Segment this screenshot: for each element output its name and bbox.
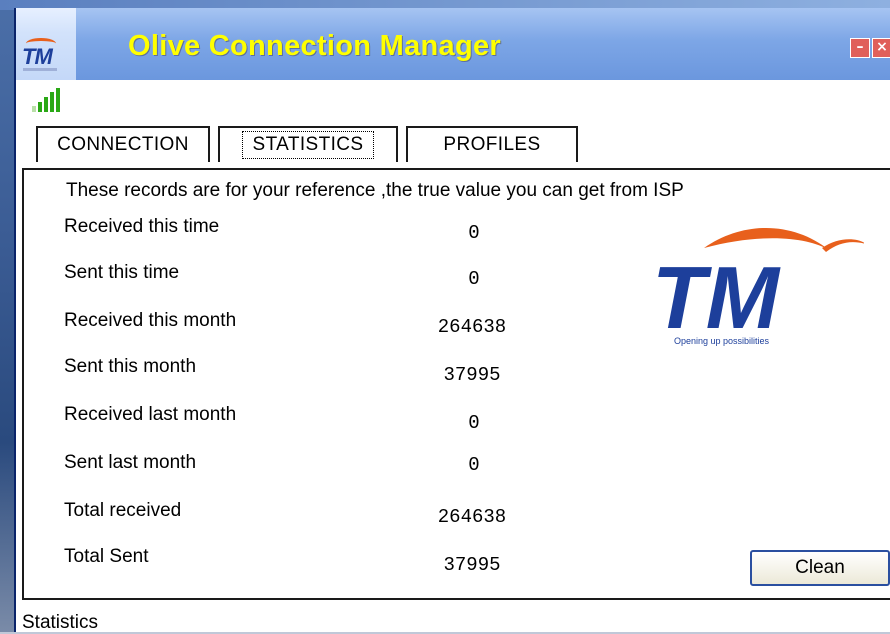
stat-label-received-this-time: Received this time [64,216,220,237]
tm-logo-letters: TM [652,248,781,347]
tab-connection-label: CONNECTION [57,134,189,155]
tm-logo-tagline: Opening up possibilities [674,336,770,346]
stat-value-received-this-month: 264638 [437,316,507,338]
minimize-button[interactable]: – [850,38,870,58]
stat-value-total-received: 264638 [437,506,507,528]
stat-label-sent-this-time: Sent this time [64,262,180,283]
signal-strength-icon [32,88,72,112]
tab-statistics[interactable]: STATISTICS [218,126,398,162]
app-window: TM Olive Connection Manager – × CONNECTI… [14,8,890,633]
stat-value-sent-this-time: 0 [468,268,480,290]
statistics-panel: These records are for your reference ,th… [22,168,890,600]
tm-logo-swoosh-right [822,239,864,252]
title-bar[interactable]: TM Olive Connection Manager – × [16,8,890,80]
reference-note: These records are for your reference ,th… [66,180,684,201]
tm-logo-tagline-bar [23,68,57,71]
stat-label-total-sent: Total Sent [64,546,149,567]
tab-profiles[interactable]: PROFILES [406,126,578,162]
close-button[interactable]: × [872,38,890,58]
status-bar: Statistics [22,612,99,633]
stat-label-sent-this-month: Sent this month [64,356,197,377]
tab-statistics-label: STATISTICS [241,131,375,159]
desktop-background [0,0,14,632]
clean-button[interactable]: Clean [750,550,890,586]
stat-value-received-this-time: 0 [468,222,480,244]
tm-logo-swoosh-left [704,227,829,250]
stat-label-received-this-month: Received this month [64,310,237,331]
stat-value-total-sent: 37995 [443,554,501,576]
stat-value-sent-last-month: 0 [468,454,480,476]
window-title: Olive Connection Manager [128,30,501,62]
stat-label-sent-last-month: Sent last month [64,452,197,473]
tab-profiles-label: PROFILES [443,134,541,155]
stat-label-received-last-month: Received last month [64,404,237,425]
tm-brand-logo: TM Opening up possibilities [652,227,864,347]
tab-connection[interactable]: CONNECTION [36,126,210,162]
stat-value-received-last-month: 0 [468,412,480,434]
stat-value-sent-this-month: 37995 [443,364,501,386]
tm-logo-small: TM [22,44,53,69]
stat-label-total-received: Total received [64,500,182,521]
